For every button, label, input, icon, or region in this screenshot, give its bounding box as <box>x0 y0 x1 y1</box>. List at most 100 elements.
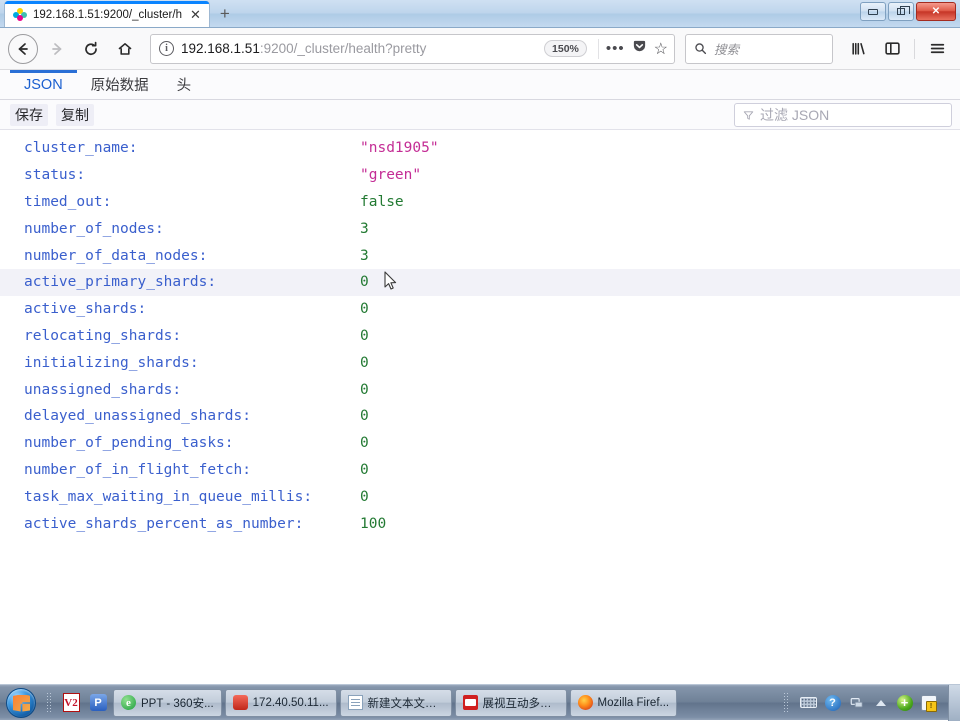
quicklaunch-p-icon[interactable]: P <box>86 690 110 716</box>
taskbar-button-label: 展视互动多媒... <box>483 695 559 711</box>
json-key: unassigned_shards: <box>24 382 360 398</box>
json-value: 0 <box>360 462 369 478</box>
json-row[interactable]: cluster_name:"nsd1905" <box>0 135 960 162</box>
bookmark-star-icon[interactable]: ☆ <box>654 39 668 59</box>
json-key: initializing_shards: <box>24 355 360 371</box>
library-icon[interactable] <box>843 34 873 64</box>
forward-button[interactable] <box>42 34 72 64</box>
tab-headers[interactable]: 头 <box>163 70 206 99</box>
json-value: 0 <box>360 301 369 317</box>
json-row[interactable]: relocating_shards:0 <box>0 323 960 350</box>
json-value: 100 <box>360 516 386 532</box>
json-row[interactable]: initializing_shards:0 <box>0 349 960 376</box>
json-row[interactable]: number_of_nodes:3 <box>0 215 960 242</box>
copy-button[interactable]: 复制 <box>56 104 94 126</box>
zoom-level-badge[interactable]: 150% <box>544 40 587 57</box>
window-titlebar: 192.168.1.51:9200/_cluster/h ✕ + ✕ <box>0 0 960 28</box>
restore-button[interactable] <box>888 2 914 21</box>
back-button[interactable] <box>8 34 38 64</box>
tray-grip[interactable] <box>783 692 790 714</box>
sidebar-icon[interactable] <box>877 34 907 64</box>
search-input-placeholder[interactable]: 搜索 <box>714 39 739 58</box>
json-value: 0 <box>360 355 369 371</box>
search-icon <box>694 42 707 55</box>
json-row[interactable]: number_of_data_nodes:3 <box>0 242 960 269</box>
new-tab-button[interactable]: + <box>210 1 240 27</box>
json-key: status: <box>24 167 360 183</box>
url-action-icons: ••• ☆ <box>598 39 668 59</box>
json-row[interactable]: delayed_unassigned_shards:0 <box>0 403 960 430</box>
help-icon[interactable]: ? <box>824 694 841 711</box>
json-row[interactable]: status:"green" <box>0 162 960 189</box>
json-row[interactable]: timed_out:false <box>0 189 960 216</box>
close-button[interactable]: ✕ <box>916 2 956 21</box>
json-value: 3 <box>360 248 369 264</box>
save-button[interactable]: 保存 <box>10 104 48 126</box>
json-row[interactable]: active_shards_percent_as_number:100 <box>0 510 960 537</box>
minimize-button[interactable] <box>860 2 886 21</box>
security-plus-icon[interactable]: + <box>896 694 913 711</box>
filter-placeholder[interactable]: 过滤 JSON <box>760 105 829 125</box>
shield-warning-icon[interactable] <box>920 694 937 711</box>
tab-json[interactable]: JSON <box>10 70 77 99</box>
json-value: 0 <box>360 435 369 451</box>
json-key: timed_out: <box>24 194 360 210</box>
url-path: :9200/_cluster/health?pretty <box>260 41 427 56</box>
json-value: 0 <box>360 328 369 344</box>
json-row[interactable]: task_max_waiting_in_queue_millis:0 <box>0 483 960 510</box>
page-actions-icon[interactable]: ••• <box>606 44 625 53</box>
taskbar-button-media[interactable]: 展视互动多媒... <box>455 689 567 717</box>
json-value: 3 <box>360 221 369 237</box>
media-icon <box>463 695 478 710</box>
start-orb[interactable] <box>2 687 40 719</box>
menu-icon[interactable] <box>922 34 952 64</box>
show-hidden-icons-button[interactable] <box>872 694 889 711</box>
json-key: number_of_in_flight_fetch: <box>24 462 360 478</box>
taskbar-button-label: PPT - 360安... <box>141 695 214 711</box>
funnel-icon <box>743 110 754 121</box>
json-key: task_max_waiting_in_queue_millis: <box>24 489 360 505</box>
home-button[interactable] <box>110 34 140 64</box>
json-row[interactable]: unassigned_shards:0 <box>0 376 960 403</box>
json-key: delayed_unassigned_shards: <box>24 408 360 424</box>
json-key: cluster_name: <box>24 140 360 156</box>
json-row[interactable]: active_shards:0 <box>0 296 960 323</box>
taskbar-grip[interactable] <box>46 692 53 714</box>
tab-title: 192.168.1.51:9200/_cluster/h <box>33 9 182 21</box>
json-viewer-toolbar: 保存 复制 过滤 JSON <box>0 100 960 130</box>
json-value: 0 <box>360 382 369 398</box>
quicklaunch-v2-icon[interactable]: V2 <box>59 690 83 716</box>
json-row[interactable]: active_primary_shards:0 <box>0 269 960 296</box>
url-text: 192.168.1.51:9200/_cluster/health?pretty <box>181 41 537 56</box>
tab-strip: 192.168.1.51:9200/_cluster/h ✕ + <box>0 0 240 27</box>
json-value: 0 <box>360 274 369 290</box>
ie-icon <box>121 695 136 710</box>
notepad-icon <box>348 695 363 710</box>
json-key: relocating_shards: <box>24 328 360 344</box>
keyboard-icon[interactable] <box>800 694 817 711</box>
url-bar[interactable]: i 192.168.1.51:9200/_cluster/health?pret… <box>150 34 675 64</box>
taskbar-button-label: 172.40.50.11... <box>253 697 329 709</box>
site-info-icon[interactable]: i <box>159 41 174 56</box>
network-icon[interactable] <box>848 694 865 711</box>
filter-json-input[interactable]: 过滤 JSON <box>734 103 952 127</box>
json-row[interactable]: number_of_pending_tasks:0 <box>0 430 960 457</box>
json-key: active_shards_percent_as_number: <box>24 516 360 532</box>
json-key: active_shards: <box>24 301 360 317</box>
tab-close-icon[interactable]: ✕ <box>188 8 203 21</box>
browser-tab[interactable]: 192.168.1.51:9200/_cluster/h ✕ <box>4 1 210 27</box>
firefox-icon <box>578 695 593 710</box>
tab-raw-data[interactable]: 原始数据 <box>77 70 163 99</box>
taskbar-button-ppt[interactable]: PPT - 360安... <box>113 689 222 717</box>
show-desktop-button[interactable] <box>948 685 960 721</box>
search-bar[interactable]: 搜索 <box>685 34 833 64</box>
toolbar-divider <box>914 39 915 59</box>
taskbar-button-terminal[interactable]: 172.40.50.11... <box>225 689 337 717</box>
taskbar-button-firefox[interactable]: Mozilla Firef... <box>570 689 678 717</box>
reload-button[interactable] <box>76 34 106 64</box>
json-key: number_of_nodes: <box>24 221 360 237</box>
pocket-icon[interactable] <box>632 39 647 59</box>
taskbar-button-notepad[interactable]: 新建文本文档... <box>340 689 452 717</box>
json-row[interactable]: number_of_in_flight_fetch:0 <box>0 457 960 484</box>
taskbar-button-label: 新建文本文档... <box>368 695 444 711</box>
